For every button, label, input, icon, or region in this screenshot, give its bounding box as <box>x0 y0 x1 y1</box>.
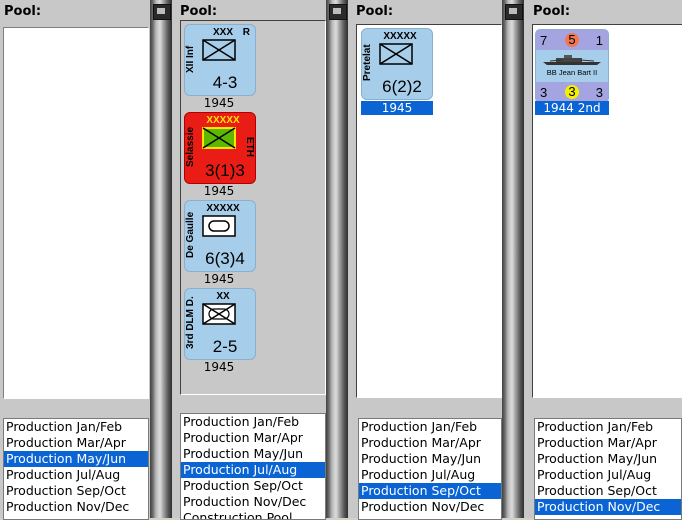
unit-counter-pretelat[interactable]: Pretelat XXXXX 6(2)2 <box>361 28 433 100</box>
unit-counter-xii-inf[interactable]: XII Inf XXX R 4-3 <box>184 24 256 96</box>
unit-corner-mark: R <box>242 27 250 38</box>
list-item[interactable]: Production Mar/Apr <box>359 435 501 451</box>
splitter-handle[interactable] <box>502 0 524 518</box>
production-turn-list[interactable]: Production Jan/Feb Production Mar/Apr Pr… <box>534 418 682 520</box>
list-item-selected[interactable]: Production May/Jun <box>4 451 148 467</box>
list-item-selected[interactable]: Production Nov/Dec <box>535 499 681 515</box>
unit-strength: 4-3 <box>212 73 238 92</box>
mechanized-icon <box>202 303 236 325</box>
unit-year-selected: 1945 <box>361 101 433 115</box>
unit-size: XXX <box>212 27 233 38</box>
unit-size: XXXXX <box>206 115 240 126</box>
infantry-icon <box>202 127 236 149</box>
list-item[interactable]: Production Jul/Aug <box>4 467 148 483</box>
list-item[interactable]: Production Jan/Feb <box>535 419 681 435</box>
pool-drop-area[interactable] <box>3 27 149 399</box>
list-item[interactable]: Production Mar/Apr <box>4 435 148 451</box>
unit-year-selected: 1944 2nd <box>535 101 609 115</box>
unit-counter-3rd-dlm[interactable]: 3rd DLM D. XX 2-5 <box>184 288 256 360</box>
pool-label: Pool: <box>533 4 571 19</box>
ship-shore: 3 <box>565 85 579 99</box>
battleship-icon <box>543 55 601 65</box>
pool-label: Pool: <box>180 4 218 19</box>
ship-aa: 5 <box>565 33 579 47</box>
list-item[interactable]: Construction Pool <box>181 510 325 519</box>
list-item[interactable]: Production Sep/Oct <box>181 478 325 494</box>
list-item[interactable]: Production Nov/Dec <box>359 499 501 515</box>
unit-counter-selassie[interactable]: Selassie ETH XXXXX 3(1)3 <box>184 112 256 184</box>
unit-size: XXXXX <box>383 31 417 42</box>
grip-icon[interactable] <box>329 4 347 20</box>
pool-label: Pool: <box>356 4 394 19</box>
grip-icon[interactable] <box>505 4 523 20</box>
list-item[interactable]: Production May/Jun <box>359 451 501 467</box>
list-item[interactable]: Production Jul/Aug <box>359 467 501 483</box>
unit-year: 1945 <box>203 272 235 286</box>
pool-panel-1: Pool: Production Jan/Feb Production Mar/… <box>0 0 150 520</box>
splitter-handle[interactable] <box>150 0 172 518</box>
grip-icon[interactable] <box>153 4 171 20</box>
ship-speed: 3 <box>595 85 603 100</box>
list-item[interactable]: Production May/Jun <box>535 451 681 467</box>
unit-strength: 6(3)4 <box>205 249 245 268</box>
armor-icon <box>202 215 236 237</box>
list-item[interactable]: Production Jan/Feb <box>359 419 501 435</box>
ship-defense: 3 <box>540 85 548 100</box>
list-item[interactable]: Production Mar/Apr <box>535 435 681 451</box>
list-item[interactable]: Production Jan/Feb <box>181 414 325 430</box>
list-item[interactable]: Production May/Jun <box>181 446 325 462</box>
list-item[interactable]: Production Jul/Aug <box>535 467 681 483</box>
ship-name: BB Jean Bart II <box>546 68 598 77</box>
unit-year: 1945 <box>203 184 235 198</box>
production-turn-list[interactable]: Production Jan/Feb Production Mar/Apr Pr… <box>358 418 502 520</box>
ship-attack: 7 <box>540 33 548 48</box>
unit-year: 1945 <box>203 360 235 374</box>
pool-panel-4: Pool: 7 5 1 BB Jean Bart II 3 3 3 1944 2… <box>524 0 682 520</box>
unit-strength: 3(1)3 <box>205 161 245 180</box>
naval-counter-jean-bart[interactable]: 7 5 1 BB Jean Bart II 3 3 3 <box>535 29 609 103</box>
unit-size: XX <box>216 291 230 302</box>
infantry-icon <box>202 39 236 61</box>
unit-strength: 6(2)2 <box>382 77 422 96</box>
unit-size: XXXXX <box>206 203 240 214</box>
infantry-icon <box>379 43 413 65</box>
list-item[interactable]: Production Mar/Apr <box>181 430 325 446</box>
pool-panel-3: Pool: Pretelat XXXXX 6(2)2 1945 Producti… <box>348 0 502 520</box>
list-item[interactable]: Production Nov/Dec <box>181 494 325 510</box>
list-item[interactable]: Production Sep/Oct <box>4 483 148 499</box>
list-item[interactable]: Production Sep/Oct <box>535 483 681 499</box>
production-turn-list[interactable]: Production Jan/Feb Production Mar/Apr Pr… <box>3 418 149 520</box>
pool-panel-2: Pool: XII Inf XXX R 4-3 1945 Selassie ET… <box>172 0 326 520</box>
pool-label: Pool: <box>4 4 42 19</box>
list-item-selected[interactable]: Production Sep/Oct <box>359 483 501 499</box>
list-item-selected[interactable]: Production Jul/Aug <box>181 462 325 478</box>
list-item[interactable]: Production Nov/Dec <box>4 499 148 515</box>
splitter-handle[interactable] <box>326 0 348 518</box>
unit-counter-de-gaulle[interactable]: De Gaulle XXXXX 6(3)4 <box>184 200 256 272</box>
list-item[interactable]: Production Jan/Feb <box>4 419 148 435</box>
production-turn-list[interactable]: Production Jan/Feb Production Mar/Apr Pr… <box>180 413 326 520</box>
unit-year: 1945 <box>203 96 235 110</box>
unit-strength: 2-5 <box>212 337 238 356</box>
ship-range: 1 <box>595 33 603 48</box>
